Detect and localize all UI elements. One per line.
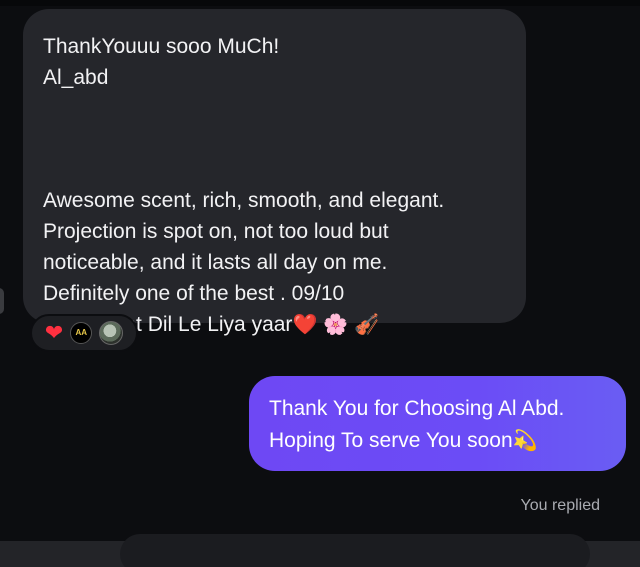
message-line: Hoping To serve You soon💫	[269, 425, 608, 457]
heart-reaction-icon: ❤	[44, 320, 64, 345]
message-line: noticeable, and it lasts all day on me.	[43, 251, 388, 274]
dizzy-emoji-icon: 💫	[512, 430, 538, 452]
message-line: Al_abd	[43, 66, 109, 89]
heart-emoji-icon: ❤️	[292, 314, 318, 336]
message-line: Projection is spot on, not too loud but	[43, 220, 389, 243]
top-edge	[0, 0, 640, 6]
violin-emoji-icon: 🎻	[353, 314, 379, 336]
brand-logo-avatar: AA	[70, 322, 93, 344]
blossom-emoji-icon: 🌸	[323, 314, 349, 336]
incoming-message-bubble[interactable]: ThankYouuu sooo MuCh! Al_abd Awesome sce…	[23, 9, 526, 336]
message-line: Awesome scent, rich, smooth, and elegant…	[43, 189, 445, 212]
message-line: Thank You for Choosing Al Abd.	[269, 397, 565, 420]
reply-status-label: You replied	[520, 497, 600, 514]
scroll-handle[interactable]	[0, 288, 4, 314]
next-message-preview[interactable]	[120, 534, 590, 567]
message-text: Hoping To serve You soon	[269, 429, 513, 452]
message-reactions[interactable]: ❤ AA	[30, 314, 138, 352]
user-avatar	[99, 321, 124, 345]
chat-thread: ThankYouuu sooo MuCh! Al_abd Awesome sce…	[0, 0, 640, 567]
message-line: Definitely one of the best . 09/10	[43, 282, 345, 305]
message-line: ThankYouuu sooo MuCh!	[43, 35, 280, 58]
outgoing-message-bubble[interactable]: Thank You for Choosing Al Abd. Hoping To…	[249, 376, 626, 471]
